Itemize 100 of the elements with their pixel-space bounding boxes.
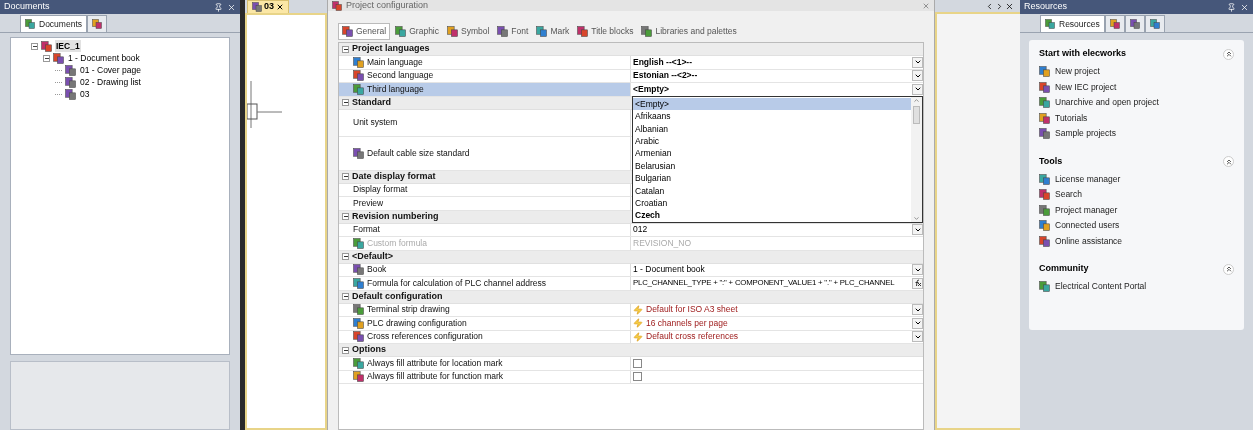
dropdown-field[interactable]: English --<1>-- [631,56,923,69]
resource-icon [1039,66,1050,78]
collapse-icon[interactable] [43,54,50,62]
resource-icon [1039,112,1050,124]
section-title: Community [1039,262,1090,276]
tree-item[interactable]: 1 - Document book [67,51,141,65]
dropdown-option[interactable]: Croatian [633,197,911,210]
dropdown-option[interactable]: Bulgarian [633,172,911,185]
formula-icon[interactable] [912,277,923,289]
tree-item[interactable]: 02 - Drawing list [79,75,142,89]
tab-icon [536,26,548,37]
dialog-tab[interactable]: Font [494,23,532,40]
tree-item[interactable]: 03 [79,87,91,101]
resource-link[interactable]: Tutorials [1055,111,1088,125]
property-icon [353,357,364,369]
dialog-tab[interactable]: Title blocks [574,23,637,40]
resource-link[interactable]: New project [1055,65,1100,79]
panel-tab[interactable] [87,15,107,32]
property-label-cell[interactable]: Third language [339,83,631,96]
scrollbar[interactable] [911,97,922,222]
dialog-tab[interactable]: Mark [533,23,573,40]
collapse-icon[interactable] [342,45,349,53]
collapse-icon[interactable] [342,253,349,260]
resource-link[interactable]: Electrical Content Portal [1055,280,1147,294]
property-icon [353,371,364,383]
collapse-icon[interactable] [342,99,349,106]
section-title: Tools [1039,154,1064,168]
checkbox[interactable] [633,372,642,382]
panel-title: Resources [1024,0,1069,14]
dropdown-option[interactable]: Catalan [633,184,911,198]
pin-icon[interactable] [214,2,223,12]
tree-item-icon [65,76,76,88]
resource-icon [1039,128,1050,140]
property-icon [353,317,364,329]
tab-icon [577,26,589,37]
field-value: Estonian --<2>-- [633,69,699,83]
dropdown-option[interactable]: Armenian [633,147,911,160]
resource-link[interactable]: Search [1055,188,1082,202]
property-icon [353,237,364,249]
dropdown-option[interactable]: Afrikaans [633,110,911,123]
collapse-icon[interactable] [1223,48,1234,60]
resource-icon [1039,173,1050,185]
resource-link[interactable]: License manager [1055,172,1121,186]
dropdown-option[interactable]: Czech [633,209,911,222]
collapse-icon[interactable] [31,42,38,50]
resource-link[interactable]: Project manager [1055,203,1118,217]
resource-icon [1039,189,1050,201]
section-header: <Default> [352,249,393,263]
dropdown-field[interactable]: <Empty> [631,83,923,96]
resource-icon [1039,220,1050,232]
property-icon [353,83,364,95]
dropdown-option[interactable]: Belarusian [633,159,911,173]
property-icon [353,331,364,343]
tree-item-icon [65,64,76,76]
resource-link[interactable]: Unarchive and open project [1055,96,1159,110]
dialog-tab[interactable]: General [338,23,391,40]
panel-tab[interactable]: Resources [1040,15,1105,32]
dropdown-option[interactable]: Albanian [633,122,911,136]
resource-link[interactable]: New IEC project [1055,80,1117,94]
tab-icon [641,26,653,37]
pin-icon[interactable] [1227,2,1236,12]
dialog-title: Project configuration [346,1,430,10]
dialog-tab[interactable]: Symbol [444,23,493,40]
resource-link[interactable]: Online assistance [1055,234,1123,248]
field-value: English --<1>-- [633,55,694,69]
dropdown-option[interactable]: <Empty> [633,98,911,111]
dialog-tab[interactable]: Libraries and palettes [638,23,740,40]
resource-link[interactable]: Connected users [1055,219,1120,233]
configuration-field[interactable]: 16 channels per page [631,317,923,330]
lightning-icon [633,304,643,315]
section-header: Standard [352,95,391,109]
resource-icon [1039,97,1050,109]
property-icon [353,304,364,316]
panel-tab[interactable]: Documents [20,15,87,32]
checkbox[interactable] [633,358,642,368]
resource-icon [1039,235,1050,247]
tree-item[interactable]: IEC_1 [55,39,81,53]
scroll-thumb[interactable] [913,106,920,124]
collapse-icon[interactable] [1223,263,1234,275]
tree-item[interactable]: 01 - Cover page [79,63,142,77]
collapse-icon[interactable] [342,213,349,220]
field-value: Default cross references [646,330,740,344]
scroll-right-icon[interactable] [995,1,1004,11]
collapse-icon[interactable] [342,173,349,180]
dropdown-option[interactable]: Arabic [633,135,911,148]
resource-link[interactable]: Sample projects [1055,127,1116,141]
scroll-left-icon[interactable] [985,1,994,11]
field-value: 1 - Document book [633,263,706,277]
collapse-icon[interactable] [342,346,349,354]
field-value: Default for ISO A3 sheet [646,303,739,317]
section-header: Revision numbering [352,209,439,223]
panel-title: Documents [4,0,51,14]
close-icon[interactable] [276,3,284,11]
tab-icon [447,26,458,37]
close-icon[interactable] [1005,1,1014,11]
collapse-icon[interactable] [342,293,349,300]
collapse-icon[interactable] [1223,156,1234,167]
lightning-icon [633,331,643,342]
document-tab[interactable]: 03 [247,0,289,13]
dialog-tab[interactable]: Graphic [392,23,442,40]
